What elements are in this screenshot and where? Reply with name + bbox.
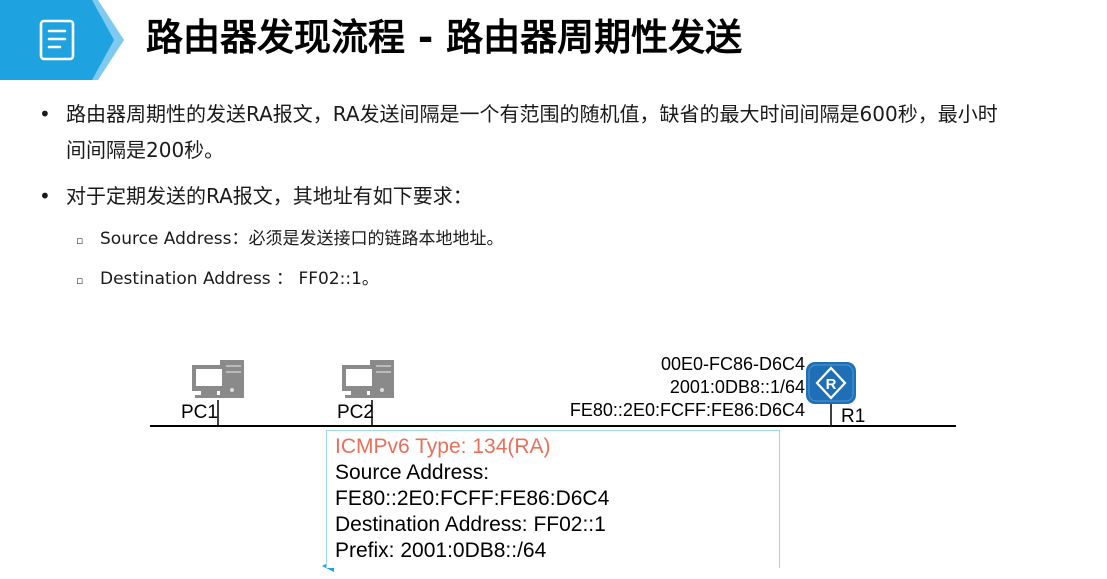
desktop-computer-icon — [192, 360, 244, 398]
ra-source-address: FE80::2E0:FCFF:FE86:D6C4 — [335, 487, 610, 510]
r1-global-address: 2001:0DB8::1/64 — [669, 377, 805, 397]
pc1-label: PC1 — [181, 402, 218, 423]
r1-link-local-address: FE80::2E0:FCFF:FE86:D6C4 — [569, 400, 805, 420]
page-title: 路由器发现流程 - 路由器周期性发送 — [146, 16, 743, 59]
header-badge — [0, 0, 124, 80]
sub-bullet-marker: ▫ — [76, 274, 84, 287]
sub-item-destination: Destination Address ： FF02::1。 — [100, 269, 379, 289]
bullet-marker: • — [39, 102, 51, 126]
bullet-text-2: 对于定期发送的RA报文，其地址有如下要求： — [66, 184, 473, 208]
ra-source-label: Source Address: — [335, 461, 490, 484]
sub-bullet-marker: ▫ — [76, 234, 84, 247]
desktop-computer-icon — [342, 360, 394, 398]
slide: 路由器发现流程 - 路由器周期性发送 • 路由器周期性的发送RA报文，RA发送间… — [0, 0, 1107, 579]
bullet-text-1a: 路由器周期性的发送RA报文，RA发送间隔是一个有范围的随机值，缺省的最大时间间隔… — [66, 102, 998, 126]
sub-item-source: Source Address：必须是发送接口的链路本地地址。 — [100, 229, 504, 249]
ra-prefix: Prefix: 2001:0DB8::/64 — [335, 539, 547, 562]
pc2-label: PC2 — [337, 402, 374, 423]
bullet-text-1b: 间间隔是200秒。 — [66, 138, 225, 162]
svg-text:R: R — [826, 376, 837, 393]
bullet-marker: • — [39, 184, 51, 208]
ra-destination-address: Destination Address: FF02::1 — [335, 513, 606, 536]
router-icon: R — [806, 362, 856, 404]
r1-label: R1 — [841, 406, 866, 427]
ra-type-line: ICMPv6 Type: 134(RA) — [335, 435, 551, 458]
r1-mac-address: 00E0-FC86-D6C4 — [660, 354, 805, 374]
